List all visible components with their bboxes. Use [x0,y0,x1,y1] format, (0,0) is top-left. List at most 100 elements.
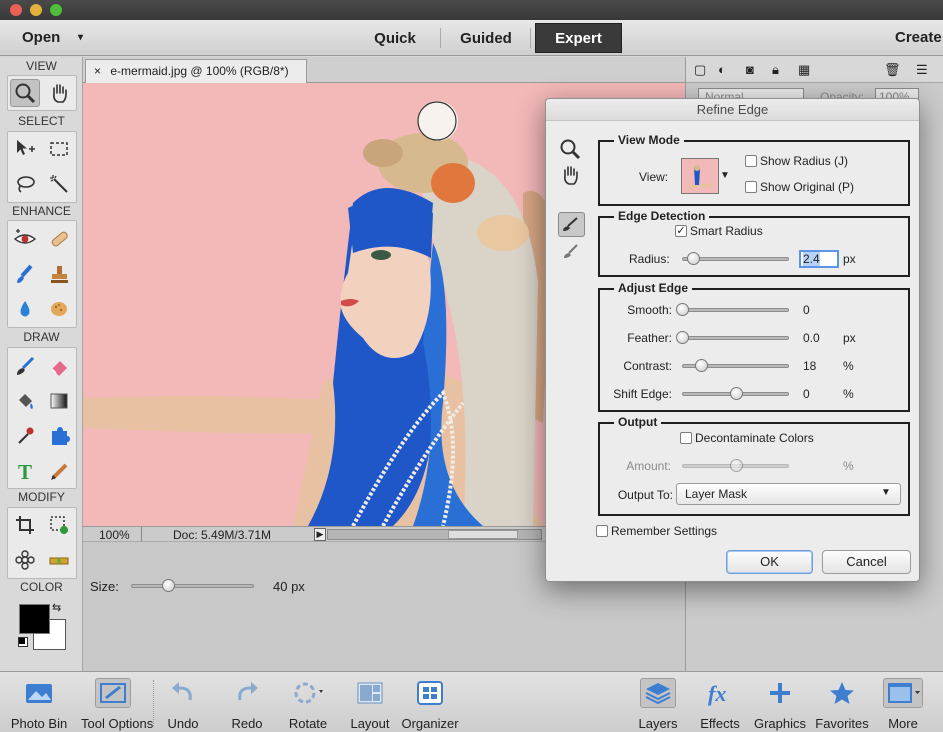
show-radius-checkbox[interactable] [745,155,757,167]
radius-slider-thumb[interactable] [686,252,700,265]
eye-icon [13,229,37,244]
erase-brush-icon [564,244,578,258]
view-mode-dropdown-icon[interactable]: ▼ [720,170,730,181]
decontaminate-colors-checkbox[interactable] [680,432,692,444]
swap-colors-icon[interactable]: ⇆ [52,601,61,614]
red-eye-removal-tool[interactable] [10,225,40,253]
adjust-edge-slider-track[interactable] [682,336,789,340]
status-menu-arrow-icon[interactable]: ▶ [314,528,326,541]
mode-separator [440,28,441,48]
pencil-tool[interactable] [44,457,74,485]
open-recent-dropdown-icon[interactable]: ▾ [78,32,83,43]
create-menu-button[interactable]: Create [895,29,942,46]
view-mode-title: View Mode [614,133,684,147]
move-tool[interactable] [10,135,40,163]
size-label: Size: [90,579,119,594]
default-colors-icon[interactable] [18,637,28,647]
tool-options-button[interactable]: Tool Options [81,676,153,731]
fx-icon: fx [702,678,738,708]
adjust-edge-slider-track[interactable] [682,308,789,312]
lock-transparency-icon[interactable]: ▦ [798,62,810,78]
more-label: More [888,716,918,731]
horizontal-scrollbar[interactable] [327,529,542,540]
favorites-button[interactable]: Favorites [810,676,874,731]
horizontal-scroll-thumb[interactable] [448,530,518,539]
adjust-edge-row-unit: % [843,359,854,373]
custom-shape-tool[interactable] [44,422,74,450]
zoom-window-button[interactable] [50,4,62,16]
ok-button[interactable]: OK [726,550,813,574]
foreground-color-swatch[interactable] [19,604,50,634]
undo-button[interactable]: Undo [151,676,215,731]
layout-button[interactable]: Layout [338,676,402,731]
section-label-color: COLOR [20,580,63,594]
adjust-edge-slider-thumb[interactable] [695,359,709,372]
crop-tool[interactable] [10,511,40,539]
minimize-window-button[interactable] [30,4,42,16]
mode-quick-tab[interactable]: Quick [355,23,435,53]
new-fill-layer-icon[interactable]: ◐ [718,62,726,77]
refine-brush-icon [563,217,578,231]
mode-expert-tab[interactable]: Expert [535,23,622,53]
photo-bin-button[interactable]: Photo Bin [7,676,71,731]
paint-bucket-tool[interactable] [10,387,40,415]
size-slider-track[interactable] [131,584,254,588]
show-original-checkbox[interactable] [745,181,757,193]
dialog-hand-tool[interactable] [559,164,581,189]
hand-tool[interactable] [44,79,74,107]
graphics-button[interactable]: Graphics [748,676,812,731]
spot-healing-brush-tool[interactable] [44,225,74,253]
panel-menu-icon[interactable]: ☰ [916,62,928,78]
blur-tool[interactable] [10,295,40,323]
refine-radius-tool[interactable] [558,212,585,237]
amount-slider-thumb[interactable] [729,459,743,472]
layer-mask-icon[interactable]: ◙ [746,62,754,77]
recompose-tool[interactable] [44,511,74,539]
sponge-tool[interactable] [44,295,74,323]
radius-input[interactable]: 2.4 [799,250,839,268]
lasso-tool[interactable] [10,170,40,198]
open-button[interactable]: Open [22,29,60,46]
rectangular-marquee-tool[interactable] [44,135,74,163]
close-tab-icon[interactable]: × [94,64,101,78]
redo-button[interactable]: Redo [215,676,279,731]
plus-icon [762,678,798,708]
brush-tool[interactable] [10,352,40,380]
more-button[interactable]: More [871,676,935,731]
adjust-edge-slider-thumb[interactable] [676,331,689,344]
dialog-zoom-tool[interactable] [559,138,581,163]
effects-button[interactable]: fx Effects [688,676,752,731]
organizer-label: Organizer [401,716,459,731]
erase-refinements-tool[interactable] [560,241,582,264]
lock-icon[interactable]: 🔒︎ [772,62,779,78]
eraser-tool[interactable] [44,352,74,380]
document-tab[interactable]: × e-mermaid.jpg @ 100% (RGB/8*) [85,59,307,83]
size-slider-thumb[interactable] [161,579,175,592]
gradient-tool[interactable] [44,387,74,415]
quick-selection-tool[interactable] [44,170,74,198]
mode-guided-tab[interactable]: Guided [445,23,527,53]
smart-radius-checkbox[interactable]: ✓ [675,225,687,237]
cancel-button[interactable]: Cancel [822,550,911,574]
zoom-tool[interactable] [10,79,40,107]
view-mode-thumbnail[interactable] [681,158,719,194]
clone-stamp-tool[interactable] [44,260,74,288]
eyedropper-tool[interactable] [10,422,40,450]
close-window-button[interactable] [10,4,22,16]
trash-icon[interactable]: 🗑︎ [884,62,901,78]
straighten-tool[interactable] [44,546,74,574]
adjust-edge-slider-thumb[interactable] [676,303,689,316]
new-layer-icon[interactable]: ▢ [694,62,706,78]
organizer-button[interactable]: Organizer [398,676,462,731]
remember-settings-checkbox[interactable] [596,525,608,537]
content-aware-move-tool[interactable] [10,546,40,574]
magnifier-icon [560,139,581,160]
layers-button[interactable]: Layers [626,676,690,731]
rotate-button[interactable]: Rotate [276,676,340,731]
adjust-edge-slider-thumb[interactable] [729,387,743,400]
output-to-select[interactable]: Layer Mask ▼ [676,483,901,505]
type-tool[interactable]: T [10,457,40,485]
layout-grid-icon [352,678,388,708]
adjust-edge-group: Adjust Edge Smooth: 0 Feather: 0.0 px Contras… [598,281,910,412]
smart-brush-tool[interactable] [10,260,40,288]
